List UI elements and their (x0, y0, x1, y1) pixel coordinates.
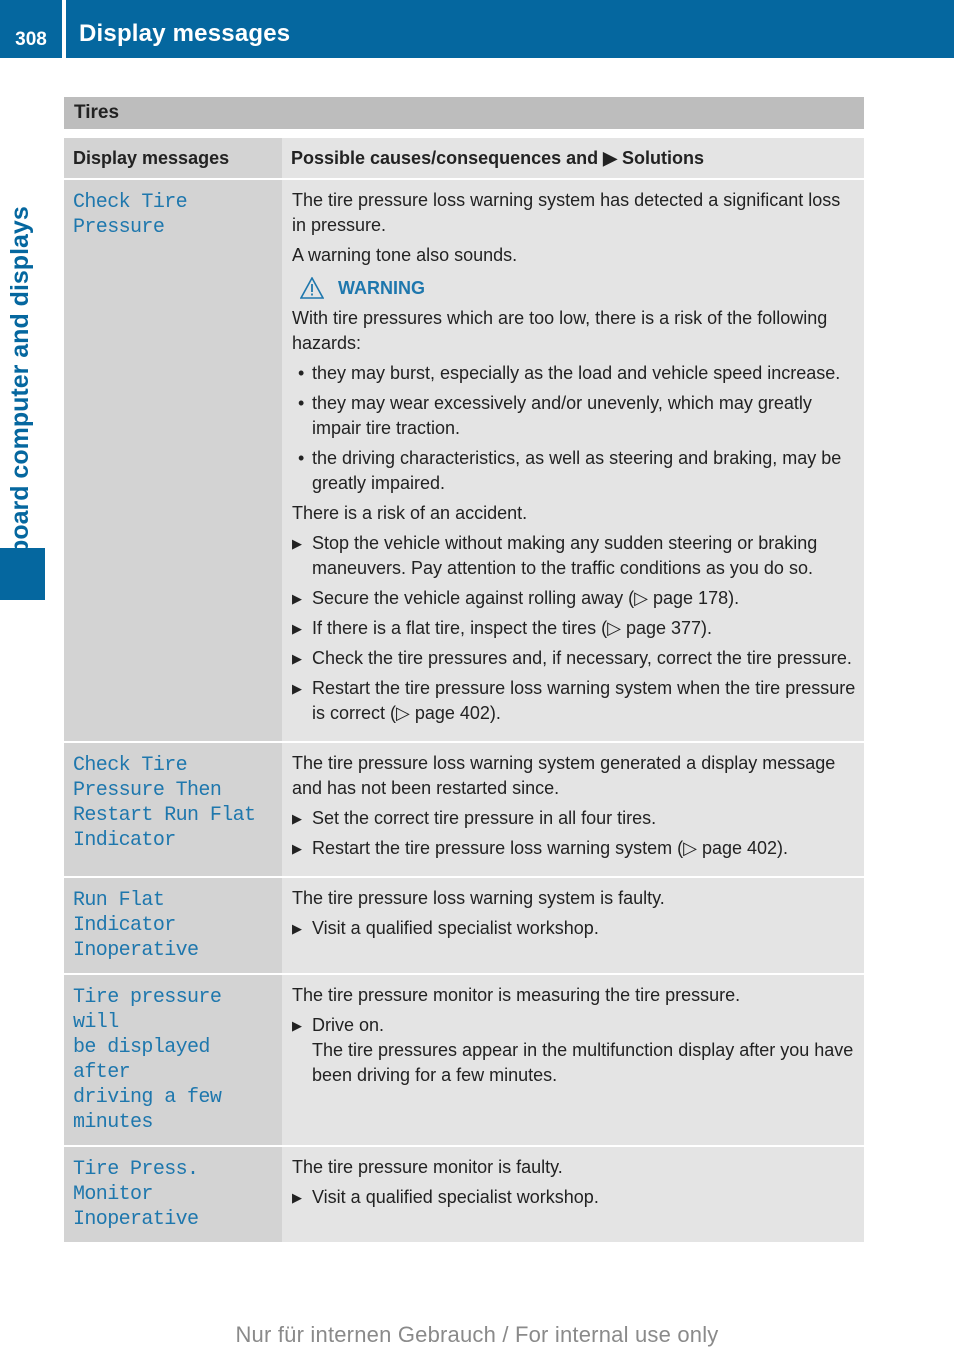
cause-text: The tire pressure loss warning system ha… (292, 190, 841, 235)
cause-text: The tire pressure monitor is measuring t… (292, 985, 741, 1005)
step-arrow-icon: ▶ (292, 536, 302, 551)
chapter-tab-label: On-board computer and displays (6, 206, 34, 598)
warning-triangle-icon (300, 277, 324, 299)
cause-text: A warning tone also sounds. (292, 245, 518, 265)
step-arrow-icon: ▶ (292, 811, 302, 826)
page-number: 308 (15, 29, 47, 50)
display-message: Tire Press. Monitor Inoperative (73, 1158, 199, 1231)
chapter-side-tab: On-board computer and displays (0, 58, 45, 598)
risk-text: There is a risk of an accident. (292, 503, 528, 523)
solution-step: ▶ Secure the vehicle against rolling away… (292, 586, 858, 611)
solution-step: ▶ Visit a qualified specialist workshop. (292, 1185, 858, 1210)
tires-table-section: Tires Display messages Possible causes/c… (64, 97, 864, 1244)
table-row: Tire pressure will be displayed after dr… (64, 974, 864, 1147)
solution-step: ▶ If there is a flat tire, inspect the ti… (292, 616, 858, 641)
step-arrow-icon: ▶ (292, 651, 302, 666)
table-row: Check Tire Pressure Then Restart Run Fla… (64, 742, 864, 878)
bullet-icon: • (298, 448, 305, 468)
step-arrow-icon: ▶ (292, 681, 302, 696)
step-arrow-icon: ▶ (292, 841, 302, 856)
display-message: Run Flat Indicator Inoperative (73, 889, 199, 962)
header-bar: 308 Display messages (0, 0, 954, 58)
solution-step: ▶ Set the correct tire pressure in all fo… (292, 806, 858, 831)
table-row: Check Tire Pressure The tire pressure lo… (64, 179, 864, 743)
display-message: Check Tire Pressure Then Restart Run Fla… (73, 754, 256, 852)
bullet-icon: • (298, 393, 305, 413)
step-note: The tire pressures appear in the multifu… (312, 1040, 854, 1085)
solution-step: ▶ Stop the vehicle without making any sud… (292, 533, 818, 578)
table-row: Tire Press. Monitor Inoperative The tire… (64, 1146, 864, 1244)
solution-step: ▶ Restart the tire pressure loss warning … (292, 678, 856, 723)
hazard-item: • they may wear excessively and/or uneven… (298, 393, 812, 438)
cause-text: The tire pressure loss warning system ge… (292, 753, 836, 798)
step-arrow-icon: ▶ (292, 921, 302, 936)
cause-text: The tire pressure loss warning system is… (292, 888, 665, 908)
step-arrow-icon: ▶ (292, 621, 302, 636)
column-header-causes-solutions: Possible causes/consequences and ▶ Solut… (282, 138, 864, 180)
warning-heading: WARNING (300, 277, 858, 299)
warning-text: With tire pressures which are too low, t… (292, 308, 828, 353)
solution-step: ▶ Drive on. The tire pressures appear in t… (292, 1013, 858, 1088)
table-row: Run Flat Indicator Inoperative The tire … (64, 877, 864, 975)
hazard-item: • they may burst, especially as the load … (292, 361, 858, 386)
internal-use-watermark: Nur für internen Gebrauch / For internal… (235, 1322, 719, 1347)
solution-step: ▶ Restart the tire pressure loss warning … (292, 836, 858, 861)
step-arrow-icon: ▶ (292, 591, 302, 606)
solution-step: ▶ Visit a qualified specialist workshop. (292, 916, 858, 941)
bullet-icon: • (298, 363, 305, 383)
header-divider (62, 0, 66, 58)
solution-step: ▶ Check the tire pressures and, if necess… (292, 646, 858, 671)
display-message: Check Tire Pressure (73, 191, 188, 239)
step-arrow-icon: ▶ (292, 1018, 302, 1033)
column-header-display-messages: Display messages (64, 138, 282, 180)
chapter-tab-marker (0, 548, 45, 600)
display-messages-table: Display messages Possible causes/consequ… (64, 138, 864, 1244)
warning-label: WARNING (338, 277, 425, 298)
cause-text: The tire pressure monitor is faulty. (292, 1157, 563, 1177)
table-header-row: Display messages Possible causes/consequ… (64, 138, 864, 180)
display-message: Tire pressure will be displayed after dr… (73, 986, 222, 1134)
table-title: Tires (64, 97, 864, 129)
section-title: Display messages (79, 20, 291, 47)
hazard-item: • the driving characteristics, as well as… (298, 448, 842, 493)
step-arrow-icon: ▶ (292, 1190, 302, 1205)
